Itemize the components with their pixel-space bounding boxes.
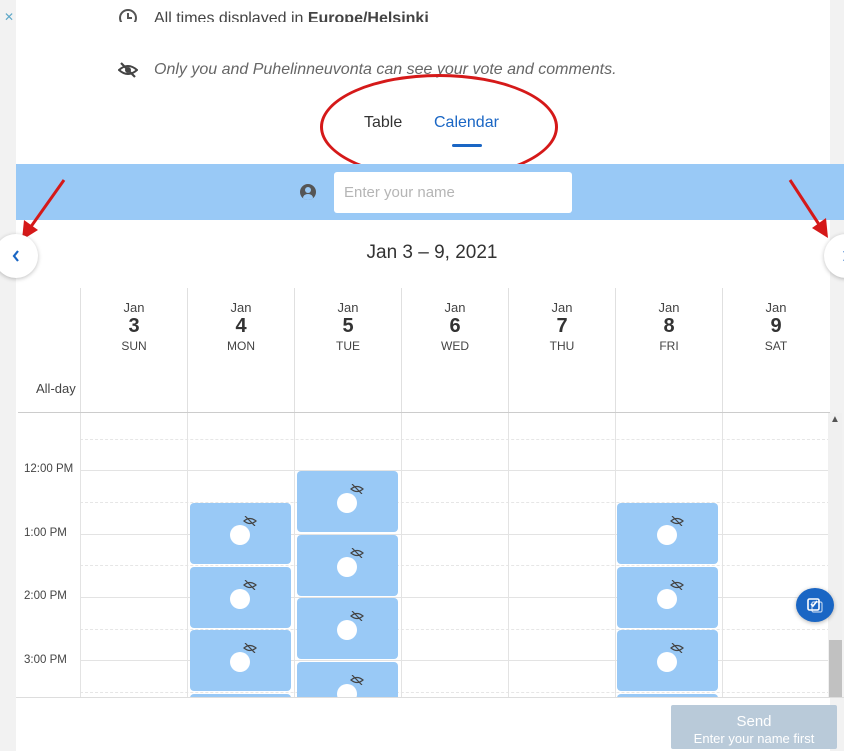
- tab-calendar[interactable]: Calendar: [434, 114, 499, 132]
- week-range-title: Jan 3 – 9, 2021: [366, 242, 498, 263]
- eye-slash-icon: [670, 580, 684, 590]
- time-label-1pm: 1:00 PM: [24, 527, 67, 539]
- time-label-12pm: 12:00 PM: [24, 463, 74, 475]
- time-label-2pm: 2:00 PM: [24, 590, 67, 602]
- privacy-note: Only you and Puhelinneuvonta can see you…: [154, 61, 617, 78]
- clock-icon: [119, 9, 137, 22]
- allday-label: All-day: [36, 381, 76, 396]
- time-slot[interactable]: [190, 630, 291, 691]
- privacy-row: Only you and Puhelinneuvonta can see you…: [118, 60, 617, 80]
- day-header-wed: Jan 6 WED: [401, 288, 508, 412]
- active-tab-indicator: [452, 144, 482, 147]
- time-grid: 12:00 PM 1:00 PM 2:00 PM 3:00 PM: [16, 413, 830, 697]
- timezone-text: All times displayed in Europe/Helsinki: [154, 10, 429, 22]
- footer-divider: [16, 697, 844, 698]
- day-header-tue: Jan 5 TUE: [294, 288, 401, 412]
- time-slot[interactable]: [617, 567, 718, 628]
- day-header-sun: Jan 3 SUN: [80, 288, 187, 412]
- time-slot[interactable]: [190, 567, 291, 628]
- eye-slash-icon: [243, 516, 257, 526]
- eye-slash-icon: [243, 580, 257, 590]
- user-circle-icon: [300, 184, 316, 200]
- send-label: Send: [736, 712, 772, 730]
- scroll-up-icon[interactable]: ▲: [830, 414, 840, 425]
- eye-slash-icon: [243, 643, 257, 653]
- day-header-mon: Jan 4 MON: [187, 288, 294, 412]
- time-slot[interactable]: [617, 630, 718, 691]
- day-header-sat: Jan 9 SAT: [722, 288, 829, 412]
- feedback-button[interactable]: [796, 588, 834, 622]
- eye-slash-icon: [350, 548, 364, 558]
- time-label-3pm: 3:00 PM: [24, 654, 67, 666]
- eye-slash-icon: [118, 62, 138, 78]
- eye-slash-icon: [670, 516, 684, 526]
- eye-slash-icon: [350, 611, 364, 621]
- name-input[interactable]: [334, 172, 572, 213]
- eye-slash-icon: [350, 675, 364, 685]
- time-slot[interactable]: [190, 503, 291, 564]
- time-slot[interactable]: [617, 503, 718, 564]
- feedback-icon: [807, 598, 823, 613]
- eye-slash-icon: [350, 484, 364, 494]
- day-header-thu: Jan 7 THU: [508, 288, 615, 412]
- send-button[interactable]: Send Enter your name first: [671, 705, 837, 749]
- send-hint: Enter your name first: [693, 730, 815, 746]
- tab-table[interactable]: Table: [364, 114, 402, 132]
- time-slot[interactable]: [297, 598, 398, 659]
- timezone-row: All times displayed in Europe/Helsinki: [118, 0, 429, 22]
- eye-slash-icon: [670, 643, 684, 653]
- time-slot[interactable]: [297, 535, 398, 596]
- annotation-arrow-left: [22, 179, 66, 240]
- ad-close-icon[interactable]: ✕: [4, 10, 14, 24]
- time-slot[interactable]: [297, 662, 398, 697]
- time-slot[interactable]: [297, 471, 398, 532]
- left-edge-bar: [0, 0, 16, 751]
- scrollbar-thumb[interactable]: [829, 640, 842, 697]
- annotation-arrow-right: [788, 179, 828, 238]
- day-header-fri: Jan 8 FRI: [615, 288, 722, 412]
